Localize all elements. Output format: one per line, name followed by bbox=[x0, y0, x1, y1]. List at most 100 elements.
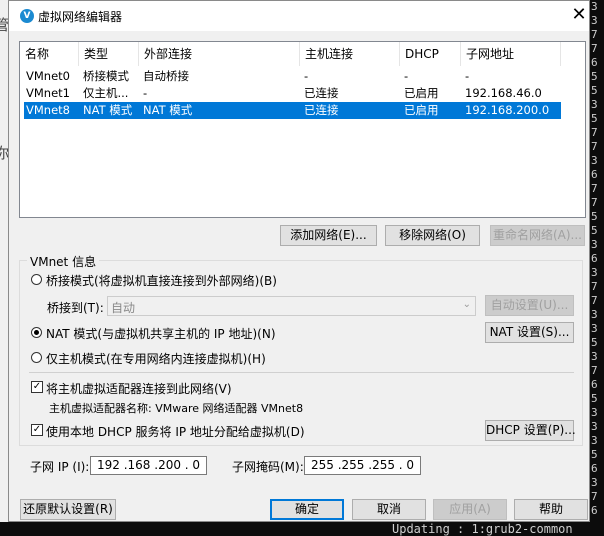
terminal-char: 5 bbox=[591, 224, 598, 237]
dhcp-label[interactable]: 使用本地 DHCP 服务将 IP 地址分配给虚拟机(D) bbox=[46, 423, 305, 440]
network-list[interactable]: 名称 类型 外部连接 主机连接 DHCP 子网地址 VMnet0 桥接模式 自动… bbox=[19, 41, 586, 218]
terminal-char: 5 bbox=[591, 392, 598, 405]
terminal-char: 3 bbox=[591, 14, 598, 27]
bridge-to-select[interactable]: 自动 ⌄ bbox=[107, 296, 476, 316]
terminal-char: 3 bbox=[591, 434, 598, 447]
connect-adapter-checkbox[interactable]: ✓ bbox=[31, 381, 43, 393]
background-terminal-right: 3377655357736775536377335376533356376 bbox=[590, 0, 604, 536]
terminal-char: 3 bbox=[591, 322, 598, 335]
terminal-char: 6 bbox=[591, 378, 598, 391]
terminal-char: 3 bbox=[591, 98, 598, 111]
restore-defaults-button[interactable]: 还原默认设置(R) bbox=[20, 499, 116, 520]
cell-dhcp: 已启用 bbox=[404, 86, 439, 100]
cell-host: 已连接 bbox=[304, 103, 339, 117]
dhcp-settings-button[interactable]: DHCP 设置(P)... bbox=[485, 420, 576, 441]
vmnet-info-label: VMnet 信息 bbox=[27, 253, 100, 270]
bridge-mode-radio[interactable] bbox=[31, 274, 42, 285]
cell-name: VMnet8 bbox=[26, 103, 70, 117]
help-button[interactable]: 帮助 bbox=[514, 499, 588, 520]
terminal-line: Updating : 1:grub2-common bbox=[392, 522, 573, 536]
dhcp-checkbox[interactable]: ✓ bbox=[31, 424, 43, 436]
terminal-char: 6 bbox=[591, 168, 598, 181]
subnet-mask-input[interactable]: 255 .255 .255 . 0 bbox=[304, 456, 421, 475]
terminal-char: 3 bbox=[591, 266, 598, 279]
column-header-host[interactable]: 主机连接 bbox=[300, 42, 400, 66]
divider bbox=[29, 372, 574, 373]
terminal-char: 3 bbox=[591, 476, 598, 489]
background-terminal-bottom: Updating : 1:grub2-common bbox=[0, 522, 604, 536]
adapter-name-text: 主机虚拟适配器名称: VMware 网络适配器 VMnet8 bbox=[49, 402, 304, 415]
host-only-radio[interactable] bbox=[31, 352, 42, 363]
window-title: 虚拟网络编辑器 bbox=[38, 10, 123, 24]
terminal-char: 7 bbox=[591, 28, 598, 41]
terminal-char: 3 bbox=[591, 0, 598, 13]
terminal-char: 7 bbox=[591, 42, 598, 55]
cell-dhcp: 已启用 bbox=[404, 103, 439, 117]
terminal-char: 5 bbox=[591, 210, 598, 223]
terminal-char: 5 bbox=[591, 448, 598, 461]
column-header-name[interactable]: 名称 bbox=[20, 42, 79, 66]
cell-subnet: 192.168.46.0 bbox=[465, 86, 542, 100]
auto-settings-button[interactable]: 自动设置(U)... bbox=[485, 295, 574, 316]
cell-subnet: 192.168.200.0 bbox=[465, 103, 550, 117]
terminal-char: 5 bbox=[591, 336, 598, 349]
terminal-char: 6 bbox=[591, 56, 598, 69]
nat-mode-label[interactable]: NAT 模式(与虚拟机共享主机的 IP 地址)(N) bbox=[46, 325, 276, 342]
terminal-char: 3 bbox=[591, 406, 598, 419]
subnet-ip-label: 子网 IP (I): bbox=[30, 460, 90, 474]
connect-adapter-label[interactable]: 将主机虚拟适配器连接到此网络(V) bbox=[46, 380, 232, 397]
terminal-char: 6 bbox=[591, 462, 598, 475]
terminal-char: 7 bbox=[591, 490, 598, 503]
cell-external: NAT 模式 bbox=[143, 103, 193, 117]
terminal-text-column: 3377655357736775536377335376533356376 bbox=[591, 0, 604, 536]
subnet-ip-input[interactable]: 192 .168 .200 . 0 bbox=[90, 456, 207, 475]
terminal-char: 3 bbox=[591, 350, 598, 363]
ok-button[interactable]: 确定 bbox=[270, 499, 344, 520]
vmware-icon: V bbox=[20, 9, 34, 23]
nat-settings-button[interactable]: NAT 设置(S)... bbox=[485, 322, 574, 343]
column-header-type[interactable]: 类型 bbox=[79, 42, 139, 66]
terminal-char: 7 bbox=[591, 196, 598, 209]
cell-type: 仅主机... bbox=[83, 86, 129, 100]
terminal-char: 5 bbox=[591, 70, 598, 83]
column-header-dhcp[interactable]: DHCP bbox=[400, 42, 461, 66]
terminal-char: 5 bbox=[591, 84, 598, 97]
cell-host: - bbox=[304, 69, 309, 83]
apply-button[interactable]: 应用(A) bbox=[433, 499, 507, 520]
subnet-mask-label: 子网掩码(M): bbox=[232, 460, 304, 474]
rename-network-button[interactable]: 重命名网络(A)... bbox=[490, 225, 585, 246]
background-window-left: 管 你 bbox=[0, 0, 9, 536]
host-only-label[interactable]: 仅主机模式(在专用网络内连接虚拟机)(H) bbox=[46, 350, 266, 367]
add-network-button[interactable]: 添加网络(E)... bbox=[280, 225, 377, 246]
terminal-char: 6 bbox=[591, 504, 598, 517]
cell-name: VMnet0 bbox=[26, 69, 70, 83]
title-bar[interactable]: V 虚拟网络编辑器 ✕ bbox=[9, 1, 589, 31]
terminal-char: 7 bbox=[591, 364, 598, 377]
cell-external: 自动桥接 bbox=[143, 69, 189, 83]
list-header: 名称 类型 外部连接 主机连接 DHCP 子网地址 bbox=[20, 42, 585, 66]
virtual-network-editor-dialog: V 虚拟网络编辑器 ✕ 名称 类型 外部连接 主机连接 DHCP 子网地址 VM… bbox=[8, 0, 590, 522]
list-item[interactable]: VMnet0 桥接模式 自动桥接 - - - bbox=[24, 68, 561, 85]
list-item[interactable]: VMnet1 仅主机... - 已连接 已启用 192.168.46.0 bbox=[24, 85, 561, 102]
terminal-char: 3 bbox=[591, 308, 598, 321]
column-header-external[interactable]: 外部连接 bbox=[139, 42, 300, 66]
column-header-subnet[interactable]: 子网地址 bbox=[461, 42, 561, 66]
terminal-char: 7 bbox=[591, 182, 598, 195]
bridge-mode-label[interactable]: 桥接模式(将虚拟机直接连接到外部网络)(B) bbox=[46, 272, 277, 289]
cell-type: 桥接模式 bbox=[83, 69, 129, 83]
cancel-button[interactable]: 取消 bbox=[352, 499, 426, 520]
terminal-char: 3 bbox=[591, 420, 598, 433]
cell-host: 已连接 bbox=[304, 86, 339, 100]
bridge-to-label: 桥接到(T): bbox=[47, 301, 104, 315]
nat-mode-radio[interactable] bbox=[31, 327, 42, 338]
terminal-char: 3 bbox=[591, 238, 598, 251]
close-icon[interactable]: ✕ bbox=[569, 5, 589, 25]
cell-dhcp: - bbox=[404, 69, 409, 83]
remove-network-button[interactable]: 移除网络(O) bbox=[385, 225, 480, 246]
bridge-to-value: 自动 bbox=[111, 301, 136, 315]
terminal-char: 7 bbox=[591, 294, 598, 307]
terminal-char: 5 bbox=[591, 112, 598, 125]
terminal-char: 7 bbox=[591, 280, 598, 293]
terminal-char: 7 bbox=[591, 126, 598, 139]
list-item-selected[interactable]: VMnet8 NAT 模式 NAT 模式 已连接 已启用 192.168.200… bbox=[24, 102, 561, 119]
